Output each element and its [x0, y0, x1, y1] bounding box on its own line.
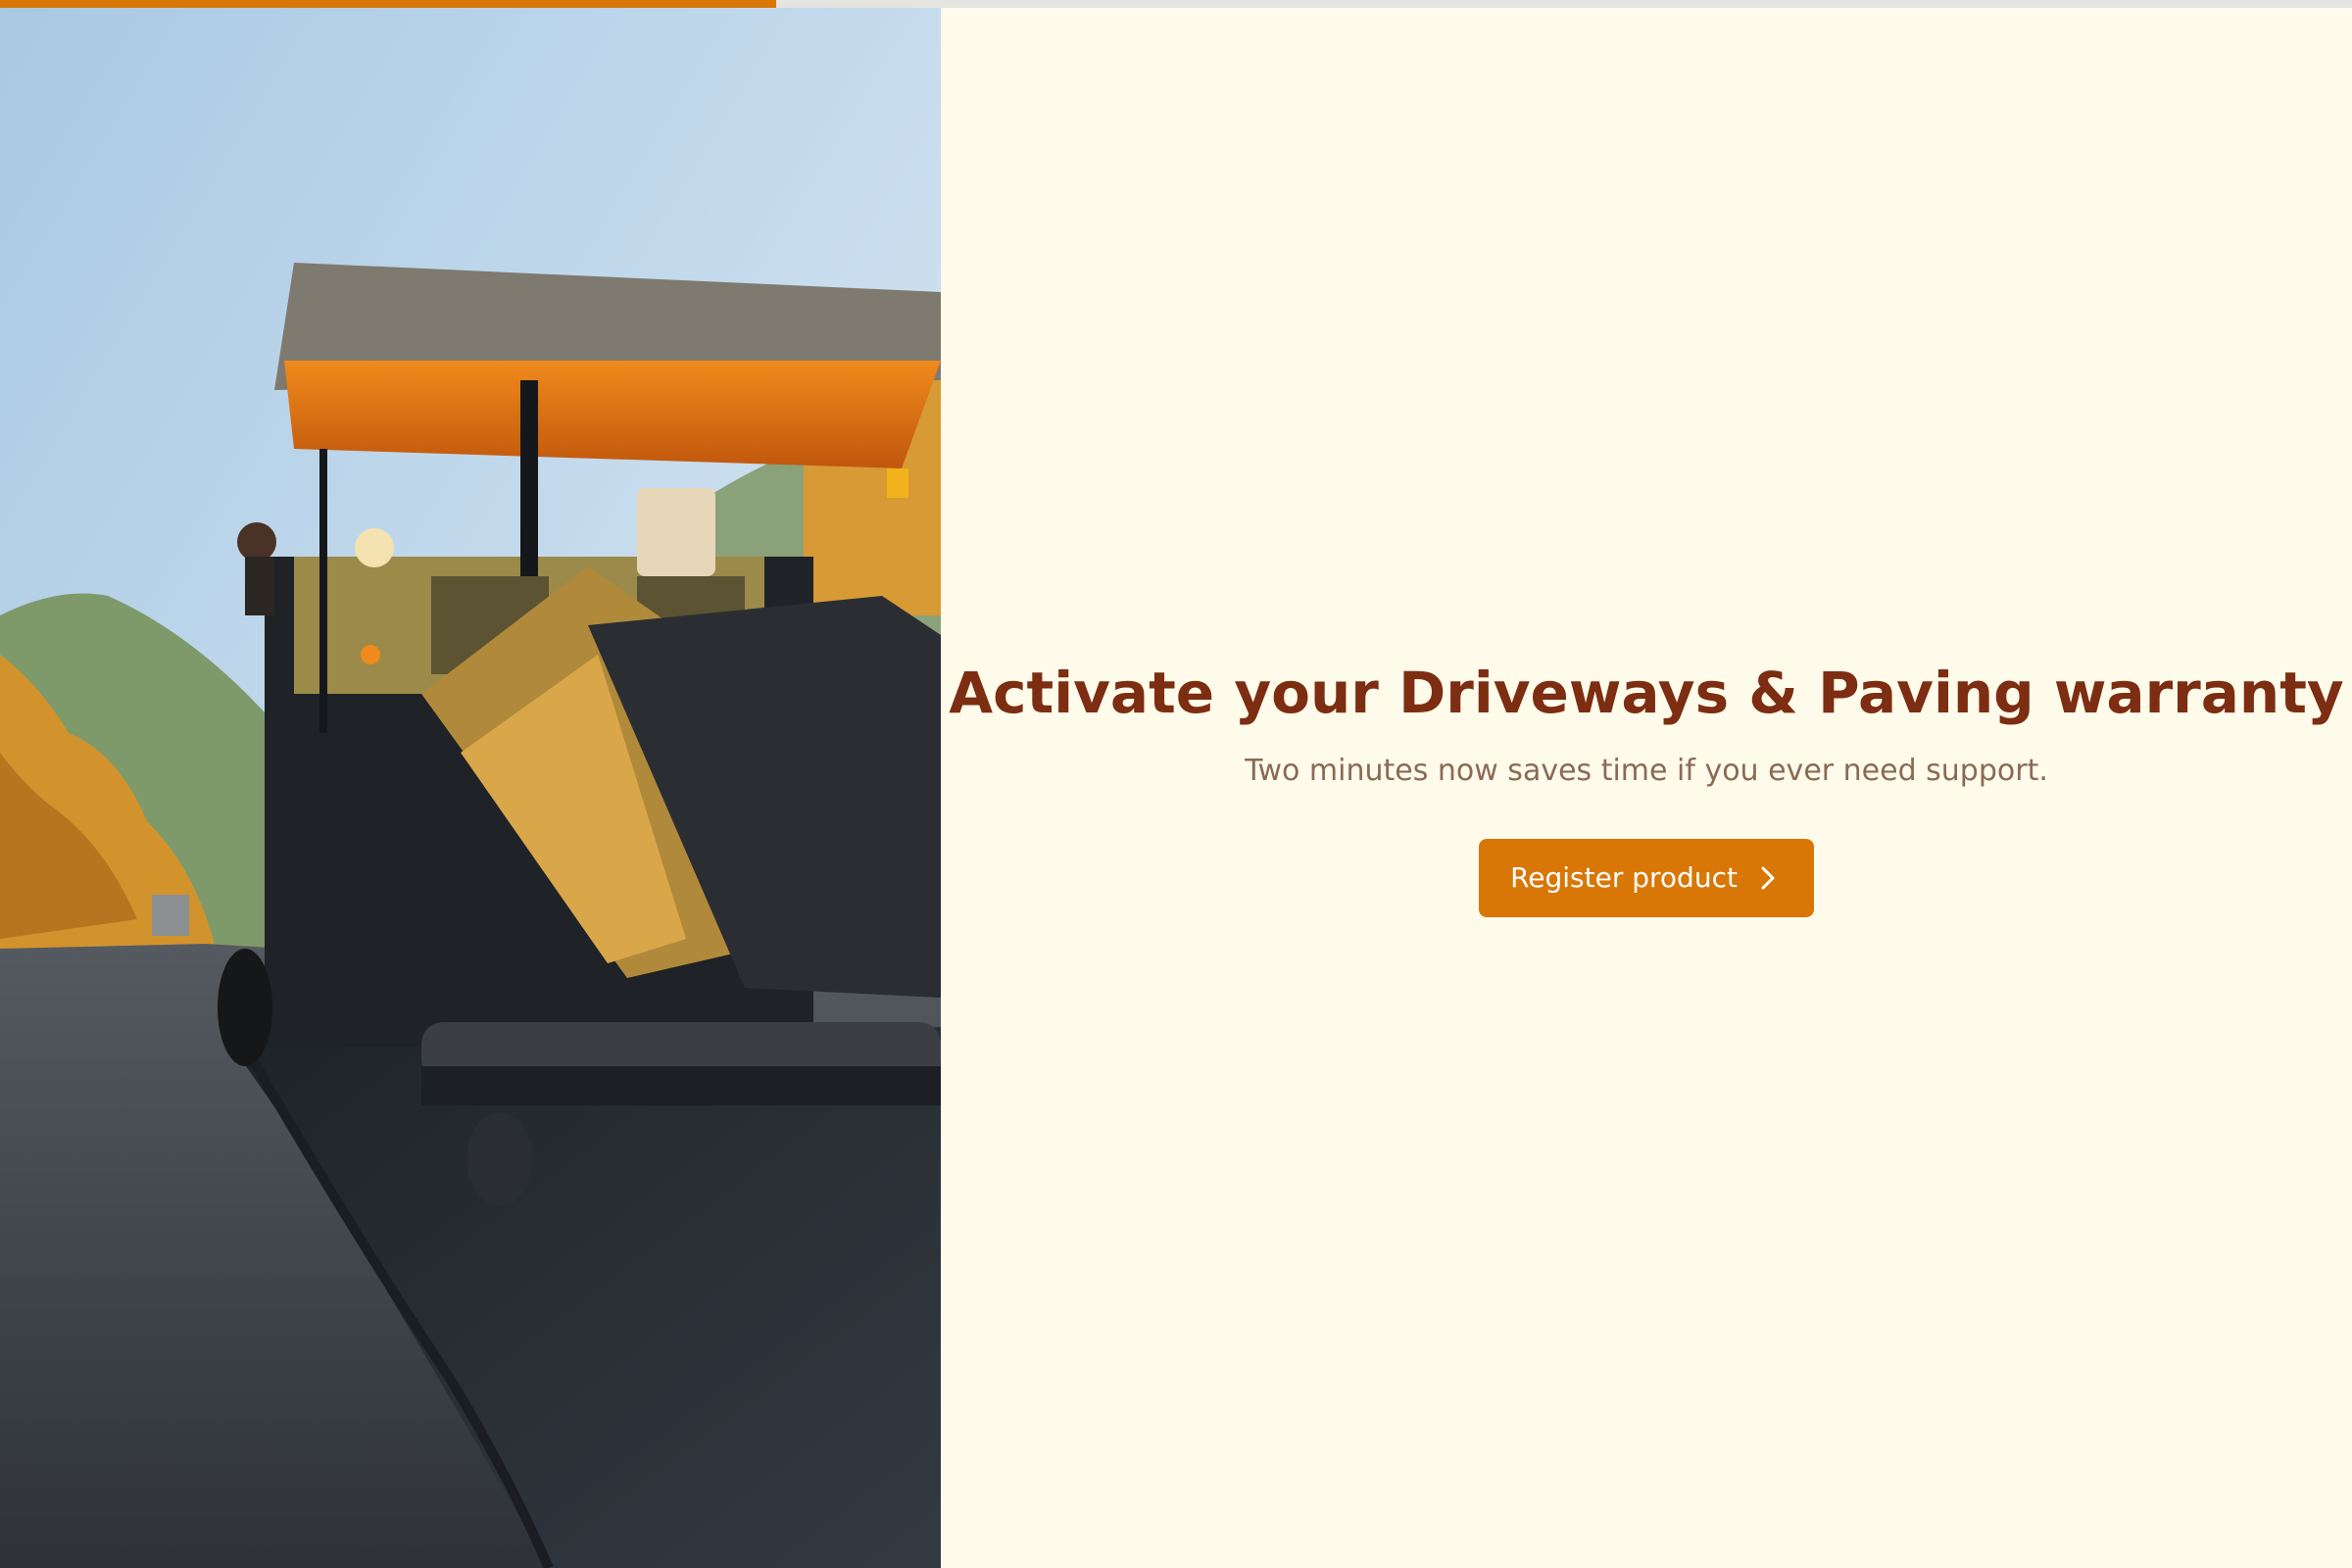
content-panel: Activate your Driveways & Paving warrant…: [941, 8, 2352, 1568]
progress-bar: [0, 0, 2352, 8]
progress-bar-fill: [0, 0, 776, 8]
paving-machine-photo: [0, 8, 941, 1568]
hero-image: [0, 8, 941, 1568]
register-product-label: Register product: [1510, 861, 1738, 894]
page-subtitle: Two minutes now saves time if you ever n…: [1245, 753, 2048, 788]
register-product-button[interactable]: Register product: [1479, 838, 1814, 917]
page-title: Activate your Driveways & Paving warrant…: [949, 659, 2344, 726]
chevron-right-icon: [1759, 865, 1777, 891]
